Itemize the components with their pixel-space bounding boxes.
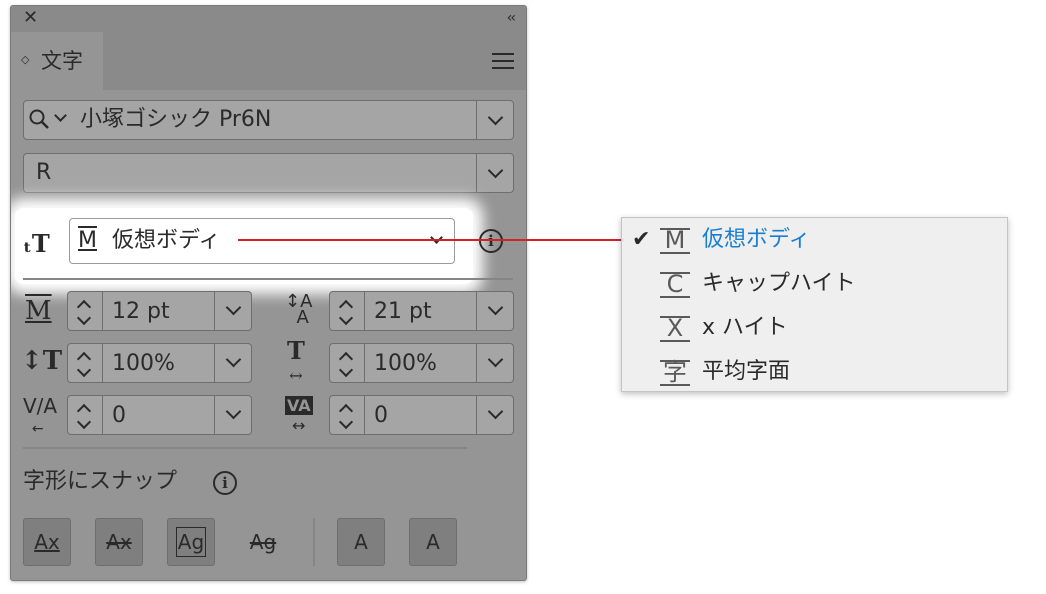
snap-label: 字形にスナップ — [23, 469, 178, 494]
spinner-down-icon[interactable] — [76, 414, 92, 430]
kerning-field[interactable]: 0 — [67, 395, 252, 435]
font-size-icon: M — [25, 296, 52, 326]
menu-item-label: キャップハイト — [702, 271, 856, 296]
chevron-down-icon[interactable] — [487, 162, 504, 179]
snap-baseline-button[interactable]: Ax — [23, 518, 71, 566]
vertical-scale-value: 100% — [112, 351, 175, 376]
tracking-value: 0 — [374, 403, 388, 428]
tracking-icon: VA ↔ — [285, 396, 313, 435]
chevron-down-icon[interactable] — [487, 299, 504, 316]
tab-character[interactable]: ◇ 文字 — [11, 32, 103, 90]
embox-icon: M — [660, 228, 690, 254]
menu-item-label: 平均字面 — [702, 359, 791, 384]
horizontal-scale-icon: T ↔ — [287, 336, 305, 386]
vertical-scale-field[interactable]: 100% — [67, 343, 252, 383]
tracking-field[interactable]: 0 — [329, 395, 514, 435]
vertical-scale-icon: ↕T — [21, 346, 63, 376]
chevron-down-icon[interactable] — [487, 403, 504, 420]
leading-value: 21 pt — [374, 299, 432, 324]
info-icon[interactable]: i — [213, 471, 237, 495]
character-panel: ✕ ‹‹ ◇ 文字 小塚ゴシック Pr6N R ₜT M 仮想ボディ i M 1… — [10, 5, 527, 581]
snap-proximity-guides-button[interactable]: Ag — [239, 518, 287, 566]
tab-toggle-icon[interactable]: ◇ — [21, 54, 29, 66]
reference-value: 仮想ボディ — [112, 228, 221, 253]
chevron-down-icon[interactable] — [225, 351, 242, 368]
menu-item-label: x ハイト — [702, 315, 788, 340]
icf-box-icon: 字 — [660, 360, 690, 386]
size-reference-select[interactable]: M 仮想ボディ — [69, 218, 455, 264]
spinner-down-icon[interactable] — [76, 310, 92, 326]
font-family-select[interactable]: 小塚ゴシック Pr6N — [23, 100, 514, 140]
leading-field[interactable]: 21 pt — [329, 291, 514, 331]
chevron-down-icon[interactable] — [487, 109, 504, 126]
x-height-icon: X — [660, 316, 690, 342]
menu-item-embox[interactable]: ✔ M 仮想ボディ — [622, 218, 1009, 262]
reference-icon-letter: M — [78, 228, 97, 253]
horizontal-scale-value: 100% — [374, 351, 437, 376]
divider — [23, 278, 513, 280]
kerning-value: 0 — [112, 403, 126, 428]
connector-line — [238, 239, 626, 241]
snap-angular-guides-button[interactable]: A — [337, 518, 385, 566]
snap-glyph-bounds-button[interactable]: Ag — [167, 518, 215, 566]
divider — [23, 447, 467, 449]
info-icon[interactable]: i — [479, 229, 503, 253]
spinner-down-icon[interactable] — [338, 310, 354, 326]
font-style-value: R — [36, 160, 52, 185]
menu-item-icf-box[interactable]: 字 平均字面 — [622, 350, 1009, 394]
chevron-down-icon[interactable] — [225, 299, 242, 316]
horizontal-scale-field[interactable]: 100% — [329, 343, 514, 383]
font-size-reference-icon: ₜT — [23, 229, 50, 258]
panel-title-bar — [11, 6, 526, 32]
tab-label: 文字 — [41, 49, 83, 73]
spinner-down-icon[interactable] — [338, 414, 354, 430]
spinner-down-icon[interactable] — [76, 362, 92, 378]
panel-menu-icon[interactable] — [492, 53, 514, 69]
chevron-down-icon[interactable] — [487, 351, 504, 368]
reference-dropdown-menu: ✔ M 仮想ボディ C キャップハイト X x ハイト 字 平均字面 — [621, 217, 1008, 392]
snap-x-height-button[interactable]: Ax — [95, 518, 143, 566]
leading-icon: ↕A A — [285, 291, 313, 328]
collapse-icon[interactable]: ‹‹ — [507, 9, 516, 27]
chevron-down-icon[interactable] — [225, 403, 242, 420]
menu-item-cap-height[interactable]: C キャップハイト — [622, 262, 1009, 306]
chevron-down-icon[interactable] — [430, 231, 443, 244]
font-size-value: 12 pt — [112, 299, 170, 324]
spinner-down-icon[interactable] — [338, 362, 354, 378]
menu-item-x-height[interactable]: X x ハイト — [622, 306, 1009, 350]
snap-anchor-point-button[interactable]: A — [409, 518, 457, 566]
divider — [313, 518, 315, 566]
search-icon[interactable] — [28, 108, 52, 132]
kerning-icon: V/A ← — [23, 394, 58, 437]
search-options-chevron-icon[interactable] — [54, 109, 67, 122]
close-icon[interactable]: ✕ — [23, 8, 38, 28]
cap-height-icon: C — [660, 272, 690, 298]
menu-item-label: 仮想ボディ — [702, 227, 811, 252]
font-style-select[interactable]: R — [23, 153, 514, 193]
font-size-field[interactable]: 12 pt — [67, 291, 252, 331]
check-icon: ✔ — [632, 227, 651, 252]
font-family-value: 小塚ゴシック Pr6N — [80, 107, 272, 132]
